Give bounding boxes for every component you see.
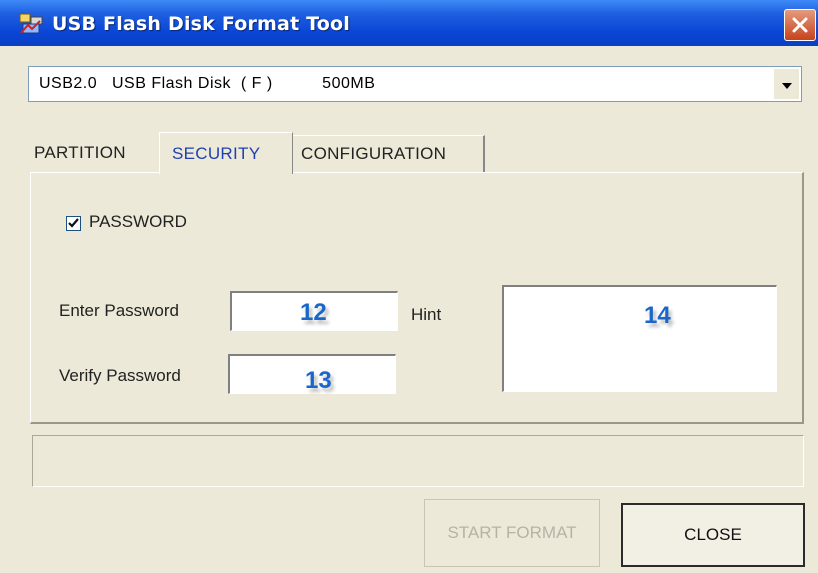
usb-flash-disk-icon [18,11,46,37]
hint-label: Hint [411,305,442,324]
tab-configuration-label: CONFIGURATION [301,144,447,163]
checkmark-icon [68,218,79,228]
start-format-button[interactable]: START FORMAT [424,499,600,567]
tab-security[interactable]: SECURITY [159,132,293,174]
callout-13: 13 [305,367,332,394]
title-bar[interactable]: USB Flash Disk Format Tool [0,0,818,46]
status-bar [32,435,804,487]
password-checkbox[interactable] [66,216,81,231]
dropdown-button[interactable] [773,69,799,99]
tab-partition-label: PARTITION [34,143,126,162]
tab-partition[interactable]: PARTITION [34,135,158,171]
hint-field[interactable] [502,285,777,392]
format-tool-window: USB Flash Disk Format Tool USB2.0 USB Fl… [0,0,818,573]
close-icon[interactable] [784,9,816,41]
tab-configuration[interactable]: CONFIGURATION [293,135,485,172]
callout-14: 14 [644,302,671,329]
drive-select[interactable]: USB2.0 USB Flash Disk ( F ) 500MB [28,66,802,102]
tab-security-label: SECURITY [172,144,261,163]
password-checkbox-label: PASSWORD [89,212,187,231]
drive-select-value: USB2.0 USB Flash Disk ( F ) 500MB [39,75,376,92]
enter-password-label: Enter Password [59,301,179,320]
verify-password-label: Verify Password [59,366,181,385]
close-button[interactable]: CLOSE [621,503,805,567]
window-title: USB Flash Disk Format Tool [52,13,351,35]
chevron-down-icon [782,83,792,89]
callout-12: 12 [300,299,327,326]
